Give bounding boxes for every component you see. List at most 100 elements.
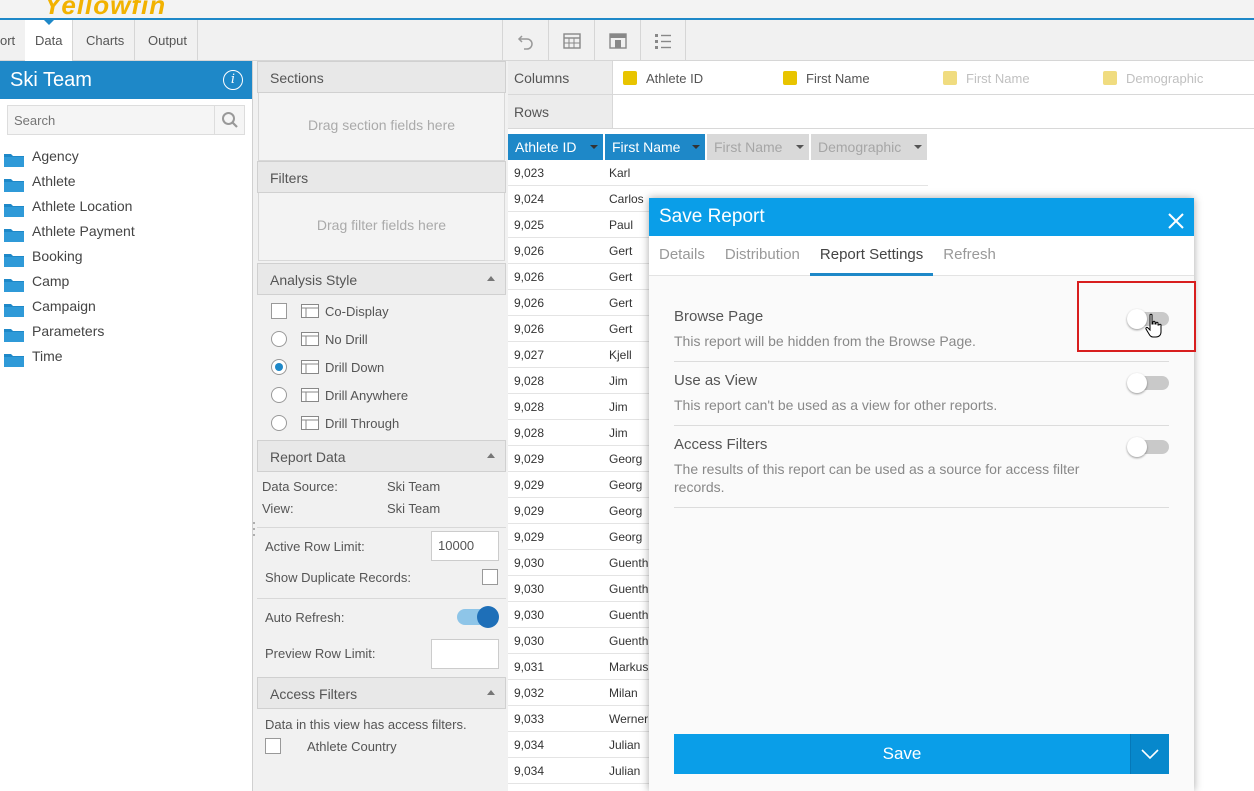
analysis-option-label: Drill Down bbox=[325, 359, 385, 375]
tab-data[interactable]: Data bbox=[25, 20, 74, 61]
save-options-dropdown[interactable] bbox=[1130, 734, 1169, 774]
tab-charts[interactable]: Charts bbox=[76, 20, 136, 61]
dialog-tab[interactable]: Distribution bbox=[715, 236, 810, 276]
sections-drop-zone[interactable]: Drag section fields here bbox=[258, 93, 505, 161]
table-column-header[interactable]: Demographic bbox=[811, 134, 927, 160]
close-icon[interactable] bbox=[1166, 207, 1186, 229]
panel-splitter[interactable] bbox=[252, 520, 256, 538]
folder-item[interactable]: Camp bbox=[0, 269, 252, 294]
tab-report[interactable]: ort bbox=[0, 20, 27, 61]
undo-icon bbox=[517, 34, 533, 50]
analysis-option-label: No Drill bbox=[325, 331, 368, 347]
analysis-option[interactable]: Drill Down bbox=[257, 353, 506, 381]
athlete-id-cell: 9,034 bbox=[514, 764, 545, 778]
column-chip[interactable]: Demographic bbox=[1093, 61, 1253, 95]
duplicate-records-checkbox[interactable] bbox=[482, 569, 498, 585]
dropdown-arrow-icon[interactable] bbox=[590, 145, 598, 149]
auto-refresh-toggle[interactable] bbox=[457, 606, 499, 628]
table-column-header[interactable]: First Name bbox=[605, 134, 705, 160]
column-chip[interactable]: Athlete ID bbox=[613, 61, 773, 95]
undo-button[interactable] bbox=[502, 20, 548, 61]
athlete-id-cell: 9,029 bbox=[514, 530, 545, 544]
search-icon[interactable] bbox=[214, 106, 244, 134]
preview-limit-row: Preview Row Limit: bbox=[257, 635, 506, 672]
athlete-id-cell: 9,030 bbox=[514, 608, 545, 622]
report-data-body: Data Source: Ski Team View: Ski Team Act… bbox=[257, 472, 506, 672]
table-column-header[interactable]: First Name bbox=[707, 134, 809, 160]
athlete-country-checkbox[interactable] bbox=[265, 738, 281, 754]
save-button[interactable]: Save bbox=[674, 734, 1169, 774]
co-display-checkbox[interactable] bbox=[271, 303, 287, 319]
folder-item[interactable]: Parameters bbox=[0, 319, 252, 344]
list-button[interactable] bbox=[640, 20, 686, 61]
analysis-style-header[interactable]: Analysis Style bbox=[257, 263, 506, 295]
table-view-button[interactable] bbox=[548, 20, 594, 61]
rows-shelf[interactable]: Rows bbox=[508, 95, 1254, 129]
highlight-box bbox=[1077, 281, 1196, 352]
athlete-id-cell: 9,029 bbox=[514, 504, 545, 518]
access-filters-toggle[interactable] bbox=[1127, 437, 1169, 457]
column-header-label: Demographic bbox=[818, 139, 902, 155]
column-chip-label: First Name bbox=[806, 70, 870, 86]
layout-button[interactable] bbox=[594, 20, 640, 61]
dropdown-arrow-icon[interactable] bbox=[796, 145, 804, 149]
athlete-id-cell: 9,030 bbox=[514, 582, 545, 596]
row-limit-input[interactable]: 10000 bbox=[431, 531, 499, 561]
analysis-option[interactable]: Drill Anywhere bbox=[257, 381, 506, 409]
folder-icon bbox=[4, 250, 24, 267]
dropdown-arrow-icon[interactable] bbox=[692, 145, 700, 149]
column-chip-label: Demographic bbox=[1126, 70, 1204, 86]
analysis-radio[interactable] bbox=[271, 359, 287, 375]
dropdown-arrow-icon[interactable] bbox=[914, 145, 922, 149]
folder-item[interactable]: Campaign bbox=[0, 294, 252, 319]
search-input[interactable] bbox=[8, 106, 213, 134]
column-chip[interactable]: First Name bbox=[773, 61, 933, 95]
folder-item[interactable]: Athlete Location bbox=[0, 194, 252, 219]
info-icon[interactable]: i bbox=[223, 70, 243, 90]
folder-icon bbox=[4, 350, 24, 367]
nav-toolbar: ort Data Charts Output bbox=[0, 20, 1254, 61]
folder-item[interactable]: Time bbox=[0, 344, 252, 369]
field-color-swatch bbox=[783, 71, 797, 85]
analysis-option[interactable]: No Drill bbox=[257, 325, 506, 353]
folder-item[interactable]: Booking bbox=[0, 244, 252, 269]
dialog-tab[interactable]: Details bbox=[649, 236, 715, 276]
access-filters-note: Data in this view has access filters. bbox=[265, 717, 467, 732]
field-search bbox=[7, 105, 245, 135]
folder-list: Agency Athlete Athlete Location Athlete Pay… bbox=[0, 144, 252, 369]
auto-refresh-row: Auto Refresh: bbox=[257, 598, 506, 635]
folder-item[interactable]: Athlete bbox=[0, 169, 252, 194]
dialog-tab[interactable]: Report Settings bbox=[809, 236, 934, 276]
columns-shelf: Columns Athlete ID First Name First Name De… bbox=[508, 61, 1254, 95]
athlete-id-cell: 9,034 bbox=[514, 738, 545, 752]
access-filter-item: Athlete Country bbox=[257, 732, 506, 754]
folder-icon bbox=[4, 150, 24, 167]
folder-label: Athlete Location bbox=[32, 198, 133, 214]
tab-output[interactable]: Output bbox=[138, 20, 199, 61]
filters-drop-zone[interactable]: Drag filter fields here bbox=[258, 193, 505, 261]
dialog-tab[interactable]: Refresh bbox=[933, 236, 1006, 276]
analysis-radio[interactable] bbox=[271, 331, 287, 347]
dialog-header: Save Report bbox=[649, 198, 1194, 236]
folder-item[interactable]: Agency bbox=[0, 144, 252, 169]
column-chip[interactable]: First Name bbox=[933, 61, 1093, 95]
access-filters-header[interactable]: Access Filters bbox=[257, 677, 506, 709]
analysis-style-icon bbox=[301, 388, 319, 402]
app-window: Yellowfin ort Data Charts Output Ski Tea… bbox=[0, 0, 1254, 791]
analysis-radio[interactable] bbox=[271, 387, 287, 403]
folder-item[interactable]: Athlete Payment bbox=[0, 219, 252, 244]
use-as-view-toggle[interactable] bbox=[1127, 373, 1169, 393]
table-column-header[interactable]: Athlete ID bbox=[508, 134, 603, 160]
analysis-option[interactable]: Co-Display bbox=[257, 297, 506, 325]
view-label: View: bbox=[262, 501, 294, 516]
athlete-id-cell: 9,024 bbox=[514, 192, 545, 206]
column-chip-label: First Name bbox=[966, 70, 1030, 86]
report-data-header[interactable]: Report Data bbox=[257, 440, 506, 472]
analysis-option[interactable]: Drill Through bbox=[257, 409, 506, 437]
analysis-style-icon bbox=[301, 304, 319, 318]
preview-limit-input[interactable] bbox=[431, 638, 499, 669]
analysis-radio[interactable] bbox=[271, 415, 287, 431]
duplicate-records-label: Show Duplicate Records: bbox=[265, 569, 411, 585]
athlete-id-cell: 9,032 bbox=[514, 686, 545, 700]
view-title-text: Ski Team bbox=[10, 69, 92, 91]
